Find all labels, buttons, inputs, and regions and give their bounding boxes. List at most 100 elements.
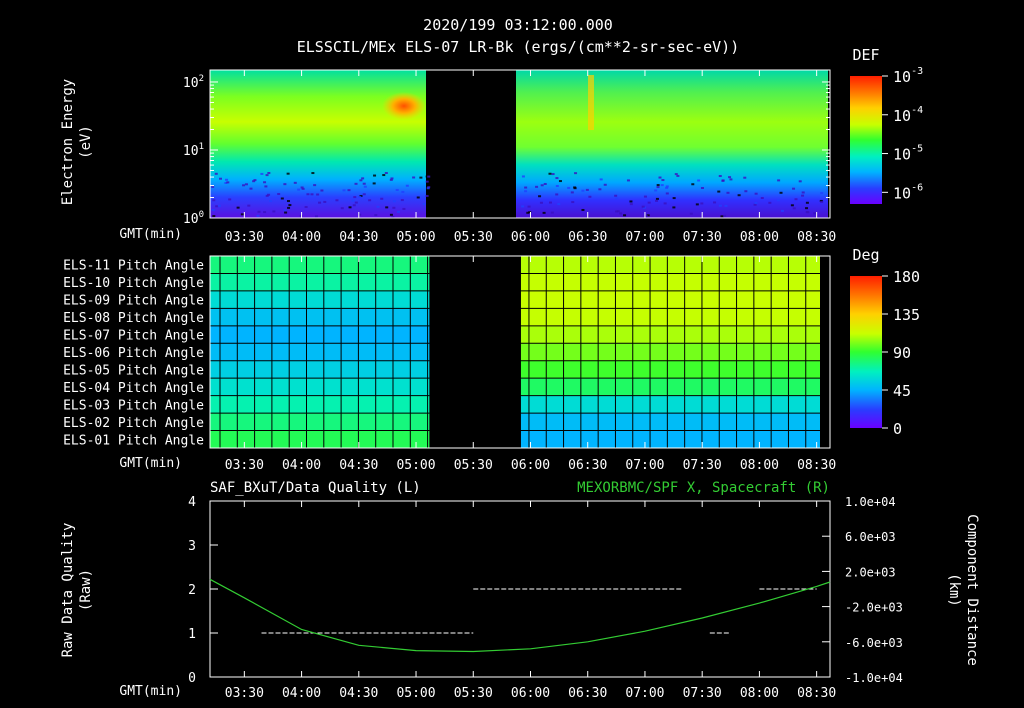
time-tick-label: 04:00 xyxy=(282,230,321,245)
time-tick-label: 08:00 xyxy=(740,686,779,701)
noise-speck xyxy=(614,194,618,197)
noise-speck xyxy=(264,185,268,188)
time-tick-label: 08:00 xyxy=(740,458,779,473)
pitch-row-label: ELS-05 Pitch Angle xyxy=(63,363,204,378)
noise-speck xyxy=(374,214,378,217)
noise-speck xyxy=(700,187,704,190)
noise-speck xyxy=(724,204,728,207)
time-tick-label: 05:30 xyxy=(454,230,493,245)
deg-colorbar-tick-label: 45 xyxy=(893,382,911,400)
noise-speck xyxy=(656,184,660,187)
noise-speck xyxy=(776,199,780,202)
time-axis-label: GMT(min) xyxy=(119,227,182,242)
pitch-row-label: ELS-07 Pitch Angle xyxy=(63,329,204,344)
def-colorbar-tick-label: 10-4 xyxy=(893,105,923,125)
noise-speck xyxy=(392,200,396,203)
noise-speck xyxy=(211,209,215,212)
time-tick-label: 04:00 xyxy=(282,458,321,473)
noise-speck xyxy=(598,188,602,191)
noise-speck xyxy=(754,201,758,204)
noise-speck xyxy=(425,194,429,197)
time-tick-label: 05:30 xyxy=(454,686,493,701)
time-tick-label: 08:30 xyxy=(797,458,836,473)
noise-speck xyxy=(713,201,717,204)
def-colorbar-tick-label: 10-6 xyxy=(893,182,923,202)
noise-speck xyxy=(548,172,552,175)
noise-speck xyxy=(672,206,676,209)
noise-speck xyxy=(412,176,416,179)
def-colorbar-title: DEF xyxy=(852,46,879,64)
noise-speck xyxy=(720,215,724,218)
noise-speck xyxy=(777,179,781,182)
noise-speck xyxy=(368,199,372,202)
pitch-row-label: ELS-03 Pitch Angle xyxy=(63,398,204,413)
noise-speck xyxy=(721,179,725,182)
noise-speck xyxy=(790,204,794,207)
noise-speck xyxy=(647,201,651,204)
noise-speck xyxy=(794,198,798,201)
noise-speck xyxy=(272,210,276,213)
pitch-row-label: ELS-10 Pitch Angle xyxy=(63,276,204,291)
quality-panel: SAF_BXuT/Data Quality (L) MEXORBMC/SPF X… xyxy=(60,480,980,686)
pitch-cell-after-gap xyxy=(520,343,820,361)
noise-speck xyxy=(284,211,288,214)
noise-speck xyxy=(581,208,585,211)
noise-speck xyxy=(760,197,764,200)
spectrogram-y-tick-label: 100 xyxy=(183,210,204,227)
pitch-row-label: ELS-06 Pitch Angle xyxy=(63,346,204,361)
noise-speck xyxy=(288,204,292,207)
def-colorbar: DEF 10-3 10-4 10-5 10-6 xyxy=(850,46,923,204)
time-tick-label: 04:30 xyxy=(339,686,378,701)
noise-speck xyxy=(236,206,240,209)
noise-speck xyxy=(405,184,409,187)
time-tick-label: 05:00 xyxy=(396,230,435,245)
quality-left-y-ticks: 4 3 2 1 0 xyxy=(188,495,218,686)
pitch-cell-after-gap xyxy=(520,273,820,291)
noise-speck xyxy=(629,200,633,203)
time-tick-label: 04:30 xyxy=(339,458,378,473)
time-tick-label: 08:00 xyxy=(740,230,779,245)
noise-speck xyxy=(548,201,552,204)
noise-speck xyxy=(244,183,248,186)
pitch-row-label: ELS-08 Pitch Angle xyxy=(63,311,204,326)
noise-speck xyxy=(353,196,357,199)
noise-speck xyxy=(306,193,310,196)
noise-speck xyxy=(521,205,525,208)
noise-speck xyxy=(726,191,730,194)
noise-speck xyxy=(425,180,429,183)
noise-speck xyxy=(619,212,623,215)
pitch-cell-before-gap xyxy=(210,413,430,431)
noise-speck xyxy=(380,197,384,200)
header-line2: ELSSCIL/MEx ELS-07 LR-Bk (ergs/(cm**2-sr… xyxy=(297,38,740,56)
deg-colorbar-tick-label: 90 xyxy=(893,344,911,362)
noise-speck xyxy=(718,204,722,207)
pitch-row-label: ELS-11 Pitch Angle xyxy=(63,259,204,274)
noise-speck xyxy=(256,214,260,217)
noise-speck xyxy=(214,172,218,175)
noise-speck xyxy=(372,182,376,185)
noise-speck xyxy=(389,213,393,216)
time-tick-label: 05:30 xyxy=(454,458,493,473)
noise-speck xyxy=(661,179,665,182)
noise-speck xyxy=(521,175,525,178)
noise-speck xyxy=(695,203,699,206)
noise-speck xyxy=(768,201,772,204)
noise-speck xyxy=(805,207,809,210)
noise-speck xyxy=(397,210,401,213)
noise-speck xyxy=(318,201,322,204)
noise-speck xyxy=(665,185,669,188)
noise-speck xyxy=(655,199,659,202)
noise-speck xyxy=(543,182,547,185)
noise-speck xyxy=(743,176,747,179)
quality-ylabel-right-line1: Component Distance xyxy=(964,514,980,666)
noise-speck xyxy=(676,174,680,177)
noise-speck xyxy=(373,174,377,177)
noise-speck xyxy=(283,183,287,186)
noise-speck xyxy=(277,193,281,196)
noise-speck xyxy=(629,203,633,206)
noise-speck xyxy=(792,207,796,210)
noise-speck xyxy=(573,186,577,189)
noise-speck xyxy=(623,214,627,217)
quality-ylabel-left-line1: Raw Data Quality xyxy=(60,523,76,658)
noise-speck xyxy=(570,191,574,194)
